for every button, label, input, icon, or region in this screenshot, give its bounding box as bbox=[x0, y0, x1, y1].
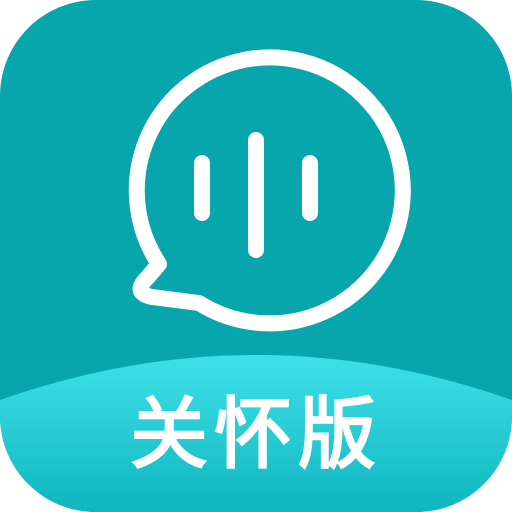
voice-chat-bubble-icon bbox=[128, 49, 411, 332]
app-icon[interactable]: 关怀版 bbox=[0, 0, 512, 512]
chat-bubble-outline bbox=[128, 49, 411, 332]
edition-label: 关怀版 bbox=[129, 390, 382, 480]
